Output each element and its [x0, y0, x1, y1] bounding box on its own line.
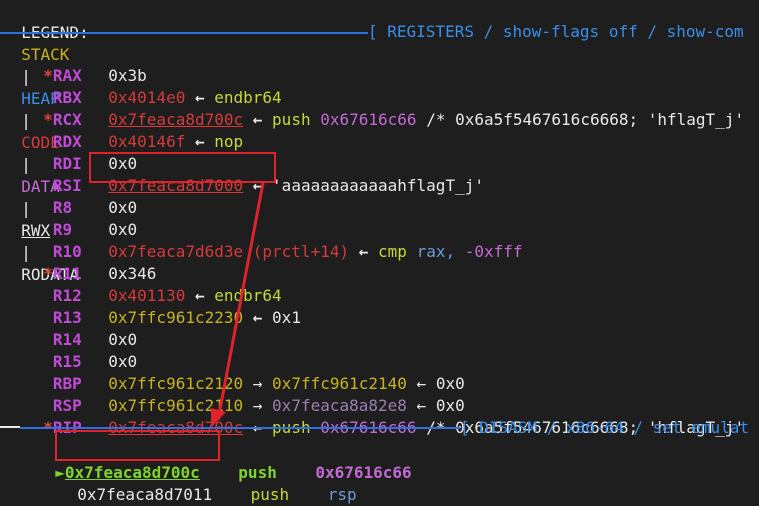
disasm-op: push: [250, 485, 290, 504]
annotation-arrow: [211, 182, 265, 428]
disasm-address[interactable]: 0x7feaca8d7011: [77, 485, 212, 504]
annotation-arrow-line: [216, 182, 265, 421]
annotation-arrow-head: [211, 408, 226, 428]
disasm-arg: rsp: [327, 485, 357, 504]
